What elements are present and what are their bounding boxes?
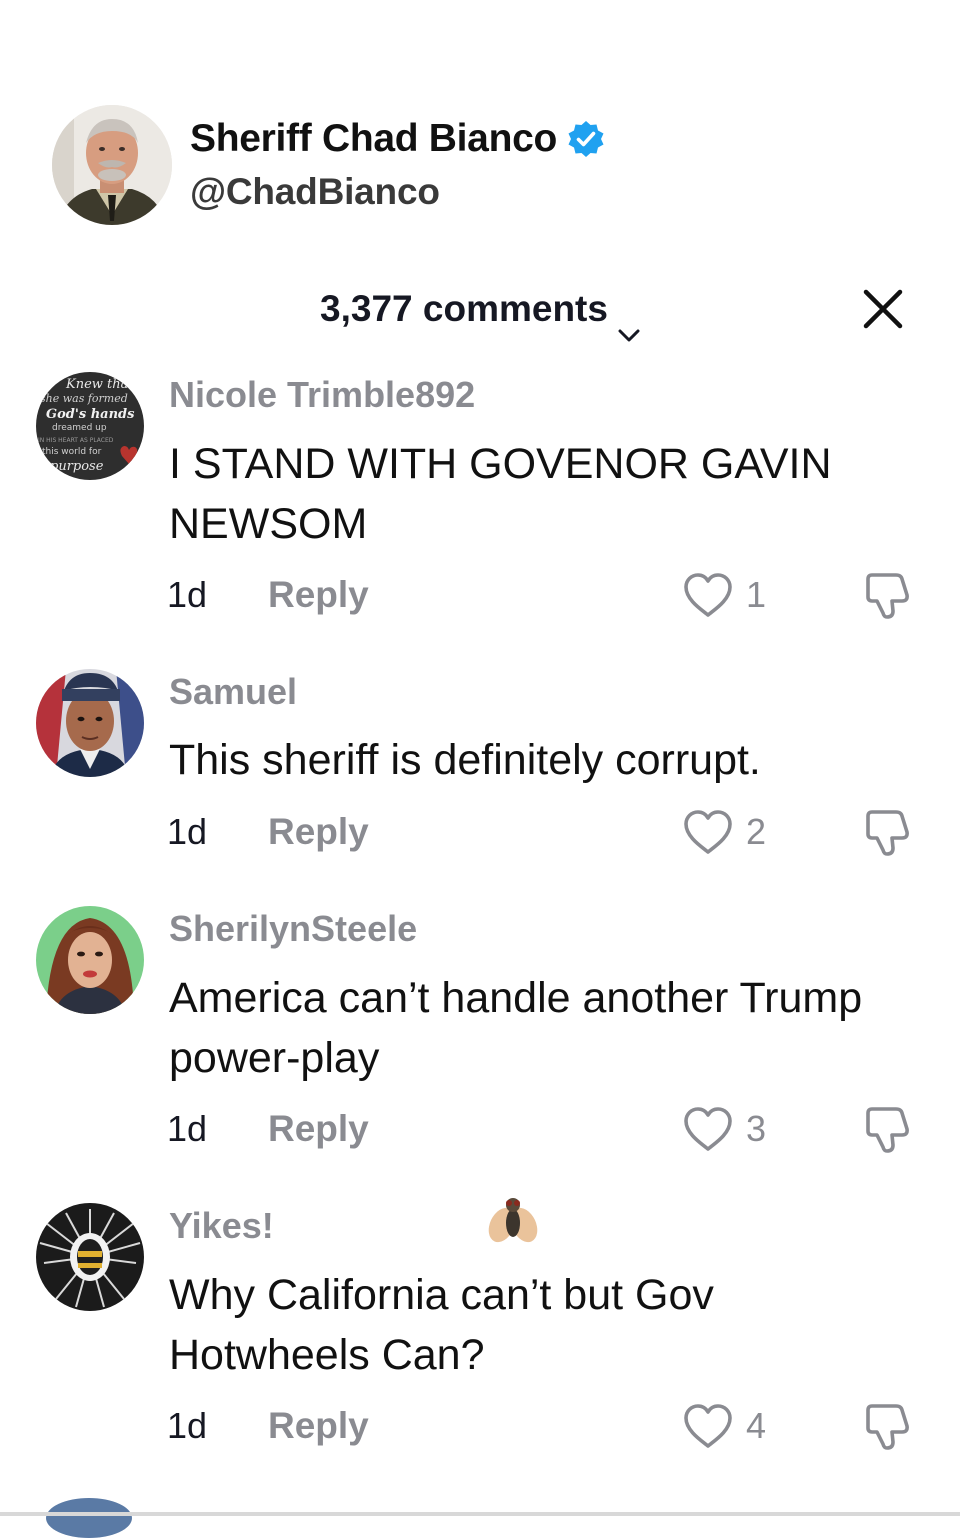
avatar-text-line: she was formed xyxy=(40,392,128,405)
like-button[interactable] xyxy=(682,571,734,619)
reply-button[interactable]: Reply xyxy=(268,804,369,860)
profile-name[interactable]: Sheriff Chad Bianco xyxy=(190,117,557,161)
like-count: 2 xyxy=(746,811,767,852)
reply-button[interactable]: Reply xyxy=(268,567,369,623)
bottom-divider xyxy=(0,1512,960,1516)
avatar-text-line: purpose xyxy=(50,459,104,474)
like-button[interactable] xyxy=(682,1105,734,1153)
comment-text: This sheriff is definitely corrupt. xyxy=(169,736,761,784)
avatar-text-line: IN HIS HEART AS PLACED xyxy=(38,437,114,444)
comments-count-toggle[interactable]: 3,377 comments xyxy=(0,282,960,342)
comment-time: 1d xyxy=(167,811,208,852)
comment-time: 1d xyxy=(167,1108,208,1149)
avatar[interactable] xyxy=(36,906,144,1014)
thumbs-down-icon xyxy=(866,810,909,856)
heart-icon xyxy=(684,1404,732,1448)
heart-icon xyxy=(684,573,732,617)
like-button[interactable] xyxy=(682,808,734,856)
comment-time: 1d xyxy=(167,1405,208,1446)
comments-count-label: 3,377 comments xyxy=(320,288,608,329)
profile-handle[interactable]: @ChadBianco xyxy=(190,171,440,213)
close-icon xyxy=(863,289,903,329)
reply-button[interactable]: Reply xyxy=(268,1101,369,1157)
thumbs-down-icon xyxy=(866,1107,909,1153)
avatar[interactable] xyxy=(36,669,144,777)
comment-actions: 1d Reply 4 xyxy=(0,1398,960,1454)
comment-actions: 1d Reply 2 xyxy=(0,804,960,860)
like-count: 1 xyxy=(746,574,767,615)
thumbs-down-icon xyxy=(866,573,909,619)
profile-name-row: Sheriff Chad Bianco xyxy=(190,117,605,161)
verified-badge-icon xyxy=(567,120,605,158)
close-button[interactable] xyxy=(858,284,908,334)
comment-username[interactable]: Yikes! xyxy=(169,1205,274,1247)
avatar-text-line: dreamed up xyxy=(52,423,107,433)
comment-username[interactable]: Nicole Trimble892 xyxy=(169,374,475,416)
dislike-button[interactable] xyxy=(860,806,914,858)
comment-username[interactable]: Samuel xyxy=(169,671,297,713)
chevron-down-icon xyxy=(618,304,640,342)
avatar[interactable] xyxy=(46,1498,132,1538)
avatar[interactable] xyxy=(36,1203,144,1311)
dislike-button[interactable] xyxy=(860,1400,914,1452)
comment-text: Why California can’t but Gov Hotwheels C… xyxy=(169,1271,714,1379)
thumbs-down-icon xyxy=(866,1404,909,1450)
like-count: 3 xyxy=(746,1108,767,1149)
comment-actions: 1d Reply 1 xyxy=(0,567,960,623)
profile-header: Sheriff Chad Bianco @ChadBianco xyxy=(52,105,652,227)
comment-text: I STAND WITH GOVENOR GAVIN NEWSOM xyxy=(169,440,832,548)
avatar-text-line: Knew tha xyxy=(65,377,128,392)
comments-header: 3,377 comments xyxy=(0,282,960,342)
dislike-button[interactable] xyxy=(860,569,914,621)
comment-text: America can’t handle another Trump power… xyxy=(169,974,863,1082)
dislike-button[interactable] xyxy=(860,1103,914,1155)
profile-avatar[interactable] xyxy=(52,105,172,225)
avatar-text-line: God's hands xyxy=(46,407,135,422)
fly-emoji-icon xyxy=(486,1193,540,1247)
heart-icon xyxy=(684,1107,732,1151)
comment-actions: 1d Reply 3 xyxy=(0,1101,960,1157)
avatar[interactable]: Knew tha she was formed God's hands drea… xyxy=(36,372,144,480)
comment-username[interactable]: SherilynSteele xyxy=(169,908,417,950)
comment-time: 1d xyxy=(167,574,208,615)
reply-button[interactable]: Reply xyxy=(268,1398,369,1454)
like-button[interactable] xyxy=(682,1402,734,1450)
heart-icon xyxy=(684,810,732,854)
like-count: 4 xyxy=(746,1405,767,1446)
avatar-text-line: this world for xyxy=(42,447,102,457)
